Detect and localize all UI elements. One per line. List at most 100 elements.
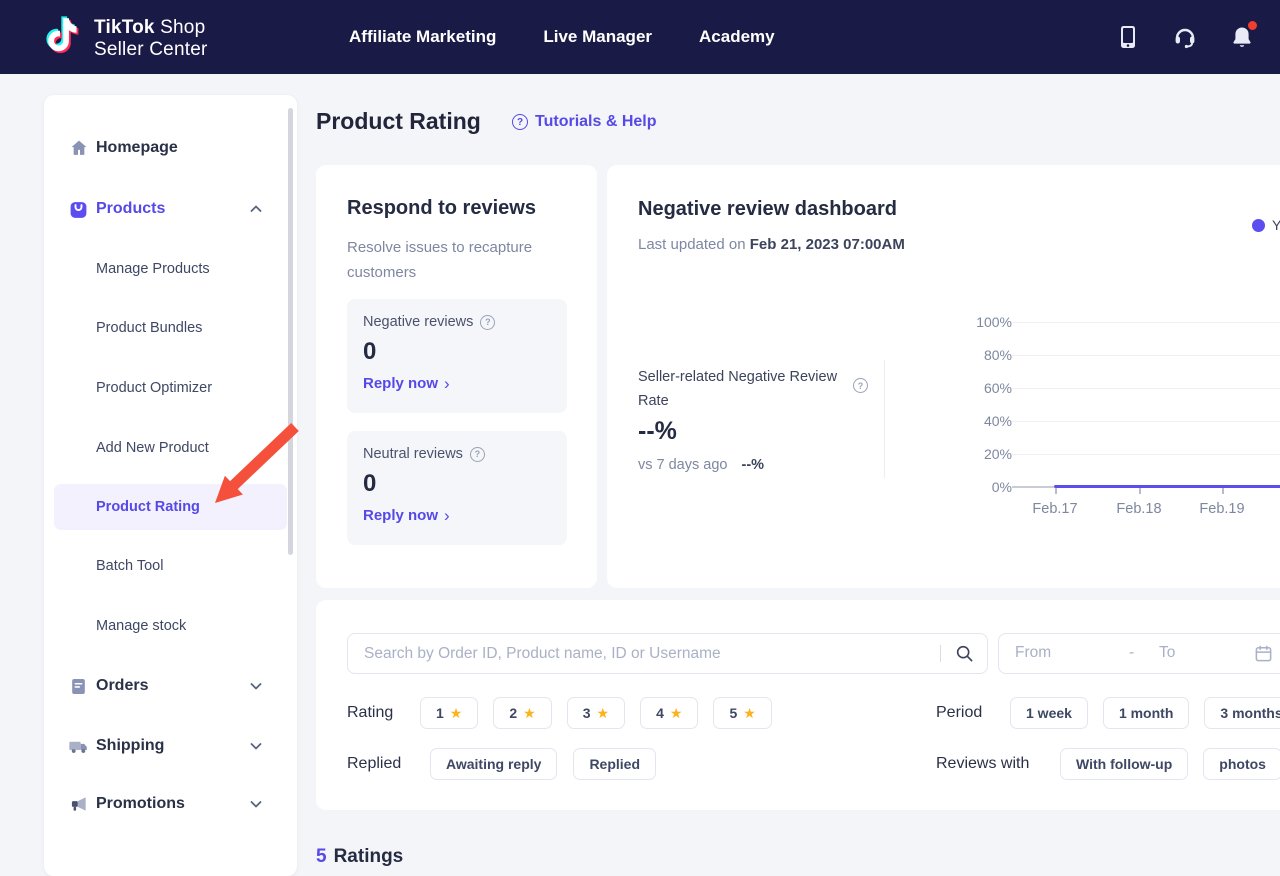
dashboard-title: Negative review dashboard: [638, 198, 897, 221]
rating-filter-row: Rating 1★ 2★ 3★ 4★ 5★: [347, 697, 772, 729]
sidebar-item-add-new-product[interactable]: Add New Product: [44, 429, 297, 467]
nav-affiliate-marketing[interactable]: Affiliate Marketing: [349, 27, 496, 47]
sidebar-item-homepage[interactable]: Homepage: [44, 128, 297, 168]
negative-review-dashboard-card: Negative review dashboard Last updated o…: [607, 165, 1280, 588]
divider: [884, 360, 885, 478]
star-icon: ★: [450, 705, 463, 722]
reviews-with-label: Reviews with: [936, 755, 1060, 773]
ratings-count-heading: 5Ratings: [316, 846, 403, 868]
sidebar-item-product-optimizer[interactable]: Product Optimizer: [44, 369, 297, 407]
mobile-app-icon[interactable]: [1116, 25, 1140, 49]
awaiting-reply-button[interactable]: Awaiting reply: [430, 748, 557, 780]
nav-academy[interactable]: Academy: [699, 27, 775, 47]
respond-card-title: Respond to reviews: [347, 197, 536, 220]
respond-card-subtitle: Resolve issues to recapture customers: [347, 235, 562, 285]
gridline: [1012, 322, 1280, 323]
calendar-icon[interactable]: [1254, 644, 1273, 668]
sidebar-item-batch-tool[interactable]: Batch Tool: [44, 547, 297, 585]
sidebar-item-product-rating[interactable]: Product Rating: [54, 484, 287, 530]
date-separator: -: [1129, 644, 1134, 662]
chevron-down-icon[interactable]: [248, 678, 264, 694]
sidebar-item-products[interactable]: Products: [44, 189, 297, 229]
rating-label: Rating: [347, 704, 420, 722]
period-1-week-button[interactable]: 1 week: [1010, 697, 1088, 729]
negative-reviews-box: Negative reviews ? 0 Reply now ›: [347, 299, 567, 413]
tiktok-note-icon: [40, 12, 84, 65]
sidebar-item-manage-products[interactable]: Manage Products: [44, 250, 297, 288]
dashboard-last-updated: Last updated on Feb 21, 2023 07:00AM: [638, 236, 905, 253]
sidebar-item-manage-stock[interactable]: Manage stock: [44, 607, 297, 645]
period-1-month-button[interactable]: 1 month: [1103, 697, 1189, 729]
x-tick: [1139, 488, 1141, 494]
chevron-right-icon: ›: [444, 377, 450, 391]
sidebar-item-shipping[interactable]: Shipping: [44, 726, 297, 766]
replied-button[interactable]: Replied: [573, 748, 656, 780]
chevron-down-icon[interactable]: [248, 738, 264, 754]
info-question-icon[interactable]: ?: [480, 315, 495, 330]
gridline: [1012, 421, 1280, 422]
neutral-reviews-label: Neutral reviews: [363, 446, 463, 462]
info-question-icon[interactable]: ?: [470, 447, 485, 462]
photos-button[interactable]: photos: [1203, 748, 1280, 780]
with-follow-up-button[interactable]: With follow-up: [1060, 748, 1188, 780]
metric-label: Seller-related Negative Review Rate: [638, 365, 850, 413]
date-range-picker[interactable]: From - To: [998, 633, 1280, 674]
support-headset-icon[interactable]: [1173, 25, 1197, 49]
replied-label: Replied: [347, 755, 430, 773]
period-3-months-button[interactable]: 3 months: [1204, 697, 1280, 729]
orders-icon: [68, 676, 89, 697]
top-nav-links: Affiliate Marketing Live Manager Academy: [349, 0, 775, 74]
replied-filter-row: Replied Awaiting reply Replied: [347, 748, 656, 780]
app-root: TikTok Shop Seller Center Affiliate Mark…: [0, 0, 1280, 876]
gridline: [1012, 355, 1280, 356]
negative-reply-now-link[interactable]: Reply now ›: [363, 375, 551, 392]
legend-label: Y: [1272, 217, 1280, 233]
star-icon: ★: [523, 705, 536, 722]
search-icon[interactable]: [941, 634, 987, 673]
sidebar-scrollbar[interactable]: [288, 108, 293, 555]
legend-dot-icon: [1252, 219, 1265, 232]
chevron-up-icon[interactable]: [248, 201, 264, 217]
rating-1-button[interactable]: 1★: [420, 697, 478, 729]
top-navbar: TikTok Shop Seller Center Affiliate Mark…: [0, 0, 1280, 74]
sidebar-item-orders[interactable]: Orders: [44, 666, 297, 706]
rating-2-button[interactable]: 2★: [493, 697, 551, 729]
notification-dot: [1248, 21, 1257, 30]
rating-5-button[interactable]: 5★: [713, 697, 771, 729]
chart-series-line: [1054, 485, 1280, 488]
tutorials-help-link[interactable]: ? Tutorials & Help: [512, 113, 657, 131]
ratings-count-label: Ratings: [334, 846, 404, 867]
date-to-placeholder: To: [1159, 644, 1175, 662]
negative-reviews-label: Negative reviews: [363, 314, 473, 330]
search-input[interactable]: [348, 634, 940, 673]
negative-reviews-count: 0: [363, 338, 551, 366]
megaphone-icon: [68, 794, 89, 815]
truck-icon: [68, 736, 89, 757]
help-question-icon: ?: [512, 114, 528, 130]
products-bag-icon: [68, 199, 89, 220]
gridline: [1012, 388, 1280, 389]
chevron-down-icon[interactable]: [248, 796, 264, 812]
chart-legend: Y: [1252, 217, 1280, 233]
metric-value: --%: [638, 417, 677, 446]
star-icon: ★: [597, 705, 610, 722]
rating-4-button[interactable]: 4★: [640, 697, 698, 729]
sidebar-item-product-bundles[interactable]: Product Bundles: [44, 309, 297, 347]
date-from-placeholder: From: [1015, 644, 1051, 662]
gridline: [1012, 454, 1280, 455]
sidebar: Homepage Products Manage Products Produc…: [44, 95, 297, 876]
rating-3-button[interactable]: 3★: [567, 697, 625, 729]
metric-compare: vs 7 days ago --%: [638, 457, 764, 473]
sidebar-item-promotions[interactable]: Promotions: [44, 784, 297, 824]
neutral-reply-now-link[interactable]: Reply now ›: [363, 507, 551, 524]
notifications-bell-icon[interactable]: [1230, 25, 1254, 49]
brand-text: TikTok Shop Seller Center: [94, 17, 207, 61]
reviews-with-filter-row: Reviews with With follow-up photos: [936, 748, 1280, 780]
chevron-right-icon: ›: [444, 509, 450, 523]
nav-live-manager[interactable]: Live Manager: [543, 27, 652, 47]
brand-logo[interactable]: TikTok Shop Seller Center: [40, 12, 207, 65]
star-icon: ★: [670, 705, 683, 722]
page-title: Product Rating: [316, 108, 481, 135]
respond-to-reviews-card: Respond to reviews Resolve issues to rec…: [316, 165, 597, 588]
metric-question-icon[interactable]: ?: [853, 378, 868, 393]
